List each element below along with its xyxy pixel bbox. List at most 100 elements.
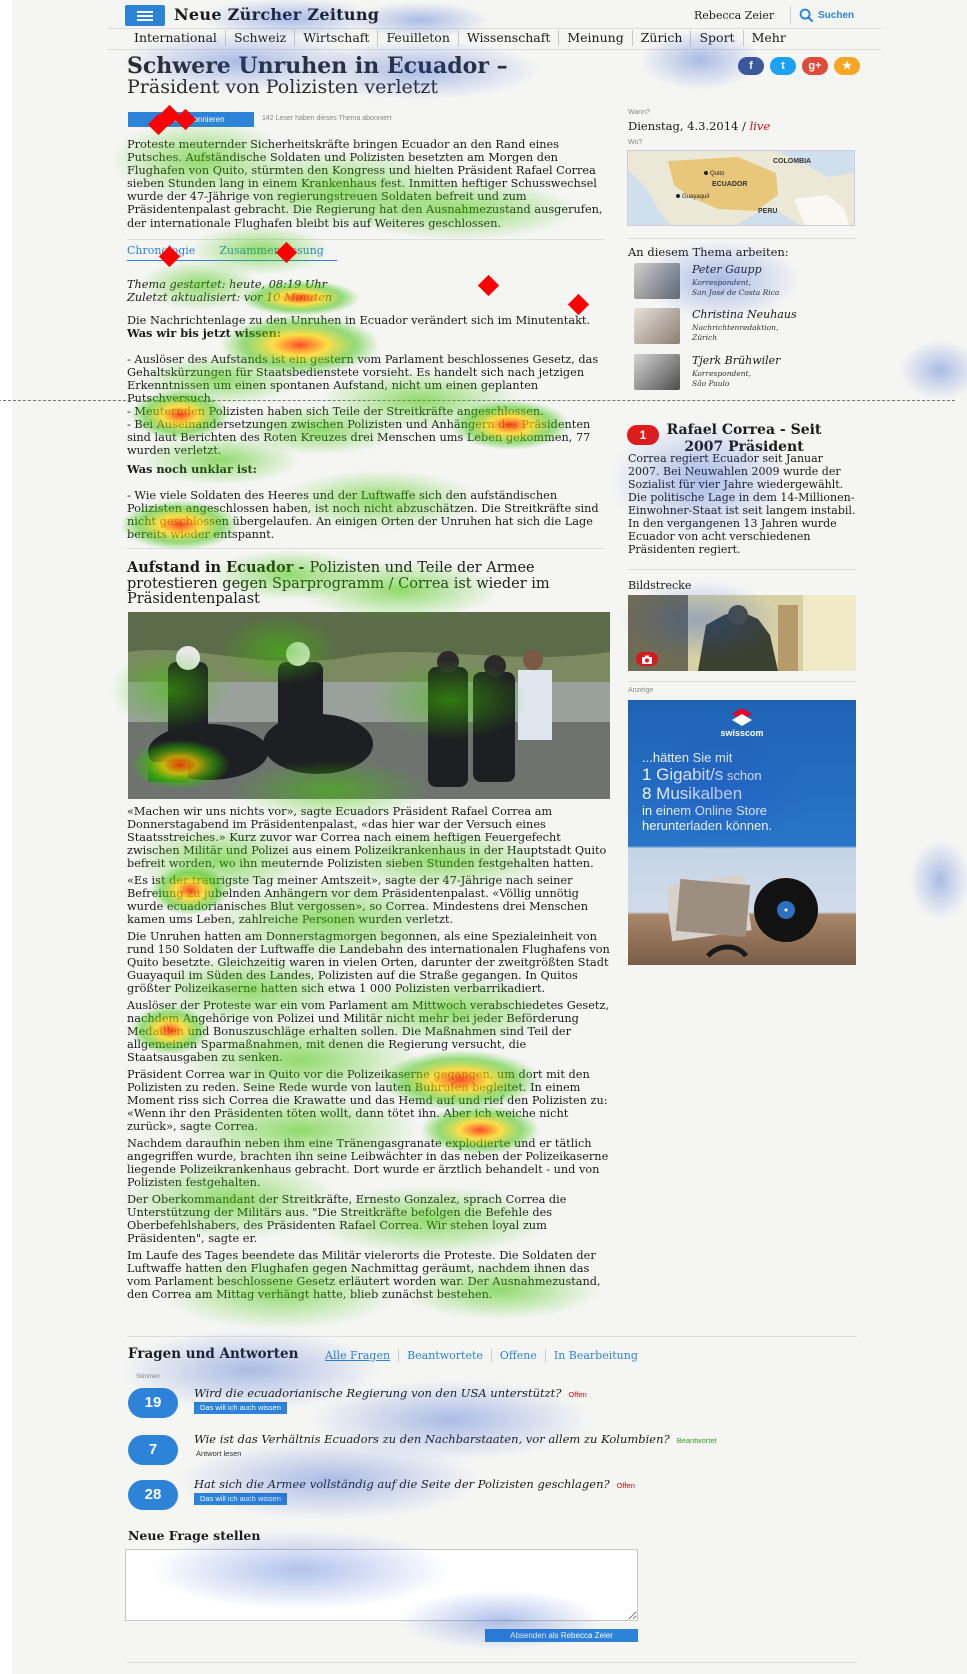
header-divider	[790, 6, 791, 24]
qa-tab-all[interactable]: Alle Fragen	[325, 1349, 398, 1362]
active-tab-indicator	[127, 260, 337, 261]
ad-label: Anzeige	[628, 687, 654, 694]
sidebar-rule	[628, 238, 856, 239]
vote-count[interactable]: 7	[128, 1435, 178, 1465]
menu-button[interactable]	[125, 5, 165, 26]
vote-count[interactable]: 28	[128, 1480, 178, 1510]
article-body: «Machen wir uns nichts vor», sagte Ecuad…	[127, 805, 612, 1301]
article-paragraph: Der Oberkommandant der Streitkräfte, Ern…	[127, 1193, 567, 1245]
nav-sport[interactable]: Sport	[691, 30, 744, 46]
want-to-know-button[interactable]: Das will ich auch wissen	[194, 1493, 287, 1505]
author-role: Nachrichtenredaktion, Zürich	[692, 323, 779, 342]
article-paragraph: «Es ist der traurigste Tag meiner Amtsze…	[127, 874, 588, 926]
author-name[interactable]: Christina Neuhaus	[692, 308, 797, 321]
question-text[interactable]: Wie ist das Verhältnis Ecuadors zu den N…	[194, 1432, 717, 1446]
qa-filter-tabs: Alle Fragen Beantwortete Offene In Bearb…	[325, 1349, 646, 1362]
author-name[interactable]: Peter Gaupp	[692, 263, 762, 276]
site-logo[interactable]: Neue Zürcher Zeitung	[174, 5, 379, 24]
gallery-thumbnail[interactable]	[628, 595, 856, 671]
qa-tab-answered[interactable]: Beantwortete	[398, 1349, 491, 1362]
want-to-know-button[interactable]: Das will ich auch wissen	[194, 1402, 287, 1414]
authors-title: An diesem Thema arbeiten:	[628, 245, 789, 259]
when-label: Wann?	[628, 109, 650, 116]
nav-feuilleton[interactable]: Feuilleton	[378, 30, 459, 46]
swisscom-logo-icon	[732, 708, 752, 726]
author-role: Korrespondent, São Paulo	[692, 369, 751, 388]
article-intro: Proteste meuternder Sicherheitskräfte br…	[127, 138, 603, 230]
gallery-title: Bildstrecke	[628, 579, 692, 592]
user-name[interactable]: Rebecca Zeier	[694, 9, 774, 22]
known-item: - Auslöser des Aufstands ist ein gestern…	[127, 353, 599, 405]
info-badge: 1	[627, 425, 659, 445]
known-item: - Bei Auseinandersetzungen zwischen Poli…	[127, 418, 591, 457]
author-card[interactable]: Christina Neuhaus Nachrichtenredaktion, Z…	[634, 308, 854, 348]
unclear-heading: Was noch unklar ist:	[127, 463, 612, 476]
author-card[interactable]: Tjerk Brühwiler Korrespondent, São Paulo	[634, 354, 854, 394]
qa-tab-open[interactable]: Offene	[490, 1349, 545, 1362]
unclear-item: - Wie viele Soldaten des Heeres und der …	[127, 489, 599, 541]
twitter-icon[interactable]: t	[770, 57, 796, 75]
event-date-text: Dienstag, 4.3.2014 /	[628, 119, 750, 133]
new-question-title: Neue Frage stellen	[128, 1528, 261, 1543]
google-plus-icon[interactable]: g+	[802, 57, 828, 75]
tab-zusammenfassung[interactable]: Zusammenfassung	[219, 244, 324, 257]
advertisement[interactable]: swisscom ...hätten Sie mit 1 Gigabit/s s…	[628, 700, 856, 965]
known-item: - Meuternden Polizisten haben sich Teile…	[127, 405, 544, 418]
live-link[interactable]: live	[750, 119, 771, 133]
author-avatar	[634, 308, 680, 344]
section-headline: Aufstand in Ecuador - Polizisten und Tei…	[127, 560, 612, 608]
known-list: - Auslöser des Aufstands ist ein gestern…	[127, 353, 612, 457]
facebook-icon[interactable]: f	[738, 57, 764, 75]
main-nav: International Schweiz Wirtschaft Feuille…	[126, 30, 794, 46]
vote-count[interactable]: 19	[128, 1388, 178, 1418]
author-avatar	[634, 354, 680, 390]
article-paragraph: Präsident Correa war in Quito vor die Po…	[127, 1068, 608, 1133]
question-text[interactable]: Hat sich die Armee vollständig auf die S…	[194, 1477, 635, 1491]
status-badge: Beantwortet	[676, 1436, 717, 1445]
map-label-colombia: COLOMBIA	[773, 158, 811, 165]
riot-photo	[128, 612, 610, 799]
author-name[interactable]: Tjerk Brühwiler	[692, 354, 780, 367]
social-share: f t g+ ★	[738, 57, 860, 75]
qa-rule	[127, 1336, 857, 1337]
location-map[interactable]: COLOMBIA Quito ECUADOR Guayaquil PERU	[627, 150, 855, 226]
lead-paragraph: Die Nachrichtenlage zu den Unruhen in Ec…	[127, 314, 612, 340]
votes-label: Stimmen	[136, 1374, 160, 1380]
map-label-quito: Quito	[710, 171, 725, 177]
where-label: Wo?	[628, 139, 643, 146]
search-link[interactable]: Suchen	[818, 10, 854, 21]
event-date: Dienstag, 4.3.2014 / live	[628, 119, 770, 133]
new-question-input[interactable]	[125, 1549, 638, 1621]
author-card[interactable]: Peter Gaupp Korrespondent, San José de Co…	[634, 263, 854, 303]
nav-zuerich[interactable]: Zürich	[633, 30, 692, 46]
map-label-peru: PERU	[758, 208, 777, 215]
submit-question-button[interactable]: Absenden als Rebecca Zeier	[485, 1629, 638, 1642]
article-photo[interactable]	[128, 612, 610, 799]
fold-line	[0, 400, 955, 401]
camera-icon[interactable]	[636, 652, 658, 666]
qa-tab-in-progress[interactable]: In Bearbeitung	[544, 1349, 646, 1362]
follow-info: 142 Leser haben dieses Thema abonniert	[262, 115, 392, 122]
search-icon[interactable]	[799, 8, 814, 23]
lead-bold: Was wir bis jetzt wissen:	[127, 326, 282, 340]
question-text[interactable]: Wird die ecuadorianische Regierung von d…	[194, 1386, 587, 1400]
article-paragraph: Die Unruhen hatten am Donnerstagmorgen b…	[127, 930, 610, 995]
read-answer-link[interactable]: Antwort lesen	[196, 1449, 241, 1458]
nav-mehr[interactable]: Mehr	[744, 30, 794, 46]
footer-rule	[127, 1662, 857, 1663]
star-icon[interactable]: ★	[834, 57, 860, 75]
info-box-title: Rafael Correa - Seit 2007 Präsident	[666, 422, 822, 455]
article-paragraph: Auslöser der Proteste war ein vom Parlam…	[127, 999, 609, 1064]
unclear-title: Was noch unklar ist:	[127, 462, 257, 476]
sidebar-rule	[628, 569, 856, 570]
nav-international[interactable]: International	[126, 30, 226, 46]
meta-updated: Zuletzt aktualisiert: vor 10 Minuten	[127, 291, 333, 304]
nav-schweiz[interactable]: Schweiz	[226, 30, 296, 46]
qa-title: Fragen und Antworten	[128, 1346, 299, 1362]
nav-wissenschaft[interactable]: Wissenschaft	[459, 30, 560, 46]
nav-rule	[107, 49, 881, 50]
nav-wirtschaft[interactable]: Wirtschaft	[295, 30, 379, 46]
tabs-rule	[127, 239, 605, 240]
status-badge: Offen	[616, 1481, 635, 1490]
nav-meinung[interactable]: Meinung	[559, 30, 633, 46]
